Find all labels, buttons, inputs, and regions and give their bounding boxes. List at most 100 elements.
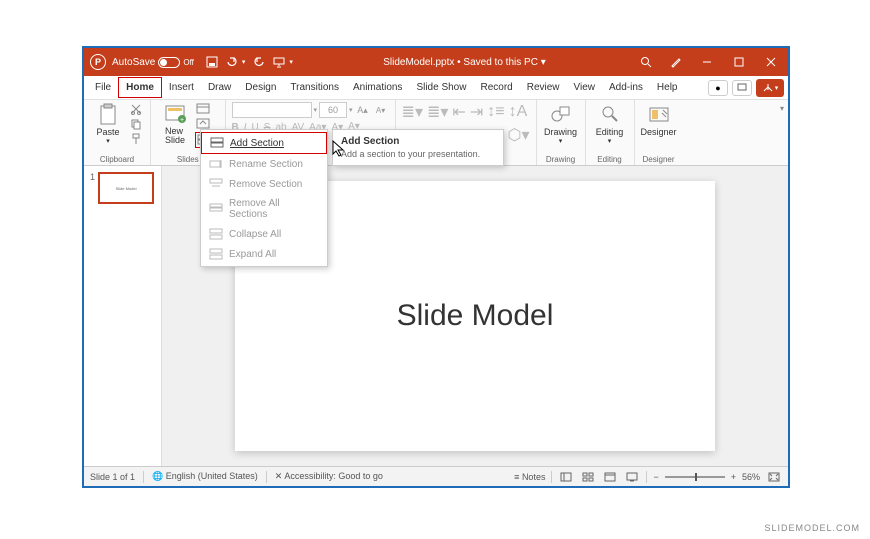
- copy-icon[interactable]: [128, 117, 144, 131]
- paste-icon: [96, 102, 120, 126]
- decrease-font-icon[interactable]: A▾: [373, 103, 389, 117]
- tooltip: Add Section Add a section to your presen…: [332, 129, 504, 166]
- share-button[interactable]: ▾: [756, 79, 784, 97]
- group-designer-label: Designer: [641, 155, 677, 165]
- normal-view-icon[interactable]: [558, 470, 574, 484]
- new-slide-button[interactable]: + New Slide: [157, 102, 193, 145]
- save-icon[interactable]: [204, 54, 220, 70]
- undo-icon[interactable]: [224, 54, 240, 70]
- app-icon: P: [90, 54, 106, 70]
- tooltip-title: Add Section: [341, 136, 495, 147]
- minimize-button[interactable]: [696, 52, 718, 72]
- new-slide-icon: +: [163, 102, 187, 126]
- notes-button[interactable]: ≡ Notes: [514, 472, 545, 482]
- designer-icon: [647, 102, 671, 126]
- tab-transitions[interactable]: Transitions: [283, 78, 346, 97]
- add-section-icon: [210, 137, 224, 149]
- ribbon-tabs: File Home Insert Draw Design Transitions…: [84, 76, 788, 100]
- bullets-icon[interactable]: ≣▾: [402, 102, 423, 122]
- zoom-out-button[interactable]: −: [653, 472, 658, 482]
- zoom-slider[interactable]: [665, 476, 725, 478]
- tab-insert[interactable]: Insert: [162, 78, 201, 97]
- comments-mode-button[interactable]: [732, 80, 752, 96]
- tab-record[interactable]: Record: [473, 78, 519, 97]
- find-icon: [598, 102, 622, 126]
- zoom-in-button[interactable]: +: [731, 472, 736, 482]
- menu-remove-all-sections: Remove All Sections: [201, 194, 327, 224]
- editor-body: 1 Slide Model Slide Model: [84, 166, 788, 466]
- tab-home[interactable]: Home: [118, 77, 162, 98]
- increase-font-icon[interactable]: A▴: [355, 103, 371, 117]
- smartart-icon[interactable]: ⬡▾: [508, 125, 530, 145]
- tooltip-desc: Add a section to your presentation.: [341, 149, 495, 159]
- fit-to-window-icon[interactable]: [766, 470, 782, 484]
- autosave-toggle[interactable]: AutoSave Off: [112, 57, 194, 68]
- language-indicator[interactable]: 🌐 English (United States): [152, 471, 258, 482]
- tab-slideshow[interactable]: Slide Show: [409, 78, 473, 97]
- slideshow-view-icon[interactable]: [624, 470, 640, 484]
- cursor-icon: [332, 140, 346, 158]
- pen-icon[interactable]: [668, 54, 684, 70]
- group-editing-label: Editing: [592, 155, 628, 165]
- tab-design[interactable]: Design: [238, 78, 283, 97]
- group-designer: Designer Designer: [635, 100, 683, 165]
- slide-indicator[interactable]: Slide 1 of 1: [90, 472, 135, 482]
- tab-help[interactable]: Help: [650, 78, 685, 97]
- maximize-button[interactable]: [728, 52, 750, 72]
- group-drawing-label: Drawing: [543, 155, 579, 165]
- tab-addins[interactable]: Add-ins: [602, 78, 650, 97]
- thumbnail-pane[interactable]: 1 Slide Model: [84, 166, 162, 466]
- reading-view-icon[interactable]: [602, 470, 618, 484]
- group-drawing: Drawing▾ Drawing: [537, 100, 586, 165]
- slide-thumbnail[interactable]: Slide Model: [98, 172, 154, 204]
- section-menu: Add Section Rename Section Remove Sectio…: [200, 129, 328, 267]
- autosave-state: Off: [183, 58, 194, 67]
- present-icon[interactable]: [271, 54, 287, 70]
- undo-chevron-icon[interactable]: ▾: [242, 58, 246, 66]
- search-icon[interactable]: [638, 54, 654, 70]
- tab-file[interactable]: File: [88, 78, 118, 97]
- line-spacing-icon[interactable]: ↕≡: [487, 103, 504, 121]
- group-clipboard: Paste ▾ Clipboard: [84, 100, 151, 165]
- menu-rename-section: Rename Section: [201, 154, 327, 174]
- format-painter-icon[interactable]: [128, 132, 144, 146]
- editing-button[interactable]: Editing▾: [592, 102, 628, 145]
- tab-animations[interactable]: Animations: [346, 78, 409, 97]
- paste-button[interactable]: Paste ▾: [90, 102, 126, 145]
- watermark: SLIDEMODEL.COM: [764, 523, 860, 533]
- collapse-ribbon-icon[interactable]: ▾: [780, 104, 784, 113]
- menu-remove-section: Remove Section: [201, 174, 327, 194]
- drawing-button[interactable]: Drawing▾: [543, 102, 579, 145]
- sorter-view-icon[interactable]: [580, 470, 596, 484]
- tab-view[interactable]: View: [567, 78, 603, 97]
- font-family-combo[interactable]: [232, 102, 312, 118]
- titlebar: P AutoSave Off ▾ ▾ SlideModel.pptx • Sav…: [84, 48, 788, 76]
- shapes-icon: [549, 102, 573, 126]
- group-clipboard-label: Clipboard: [90, 155, 144, 165]
- layout-icon[interactable]: [195, 102, 211, 116]
- app-window: P AutoSave Off ▾ ▾ SlideModel.pptx • Sav…: [82, 46, 790, 488]
- window-title: SlideModel.pptx • Saved to this PC ▾: [293, 57, 636, 68]
- indent-left-icon[interactable]: ⇤: [452, 102, 465, 122]
- redo-icon[interactable]: [251, 54, 267, 70]
- numbering-icon[interactable]: ≣▾: [427, 102, 448, 122]
- indent-right-icon[interactable]: ⇥: [470, 102, 483, 122]
- tab-review[interactable]: Review: [520, 78, 567, 97]
- accessibility-indicator[interactable]: ✕ Accessibility: Good to go: [275, 471, 383, 482]
- close-button[interactable]: [760, 52, 782, 72]
- collapse-all-icon: [209, 228, 223, 240]
- svg-text:+: +: [180, 117, 184, 124]
- text-direction-icon[interactable]: ↕A: [509, 103, 528, 121]
- designer-button[interactable]: Designer: [641, 102, 677, 137]
- zoom-level[interactable]: 56%: [742, 472, 760, 482]
- cut-icon[interactable]: [128, 102, 144, 116]
- font-size-combo[interactable]: [319, 102, 347, 118]
- slide-title-text[interactable]: Slide Model: [397, 299, 554, 333]
- menu-add-section[interactable]: Add Section: [201, 132, 327, 154]
- autosave-label: AutoSave: [112, 57, 155, 68]
- record-mode-button[interactable]: ●: [708, 80, 728, 96]
- remove-section-icon: [209, 178, 223, 190]
- autosave-switch[interactable]: [158, 57, 180, 68]
- tab-draw[interactable]: Draw: [201, 78, 238, 97]
- menu-collapse-all: Collapse All: [201, 224, 327, 244]
